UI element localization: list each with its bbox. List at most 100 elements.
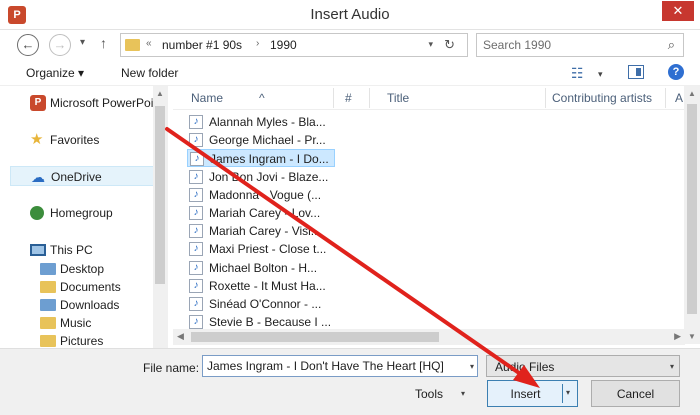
file-row[interactable]: ♪ Mariah Carey - Lov... — [187, 204, 335, 222]
file-name: Sinéad O'Connor - ... — [209, 297, 322, 311]
sidebar-item-onedrive[interactable]: ☁ OneDrive — [10, 166, 155, 186]
scrollbar-thumb[interactable] — [155, 106, 165, 284]
tools-chevron-icon[interactable]: ▾ — [461, 389, 465, 398]
scroll-up-icon[interactable]: ▲ — [156, 89, 164, 98]
scroll-up-icon[interactable]: ▲ — [688, 89, 696, 98]
sidebar-item-homegroup[interactable]: Homegroup — [10, 203, 155, 223]
column-header-title[interactable]: Title — [387, 91, 409, 105]
search-input[interactable] — [483, 38, 653, 52]
file-row[interactable]: ♪ Roxette - It Must Ha... — [187, 277, 335, 295]
sidebar-item-label: Desktop — [60, 262, 105, 276]
file-name: Jon Bon Jovi - Blaze... — [209, 169, 329, 184]
audio-file-icon: ♪ — [189, 115, 203, 129]
column-divider[interactable] — [333, 88, 334, 108]
folder-icon — [40, 281, 56, 293]
audio-file-icon: ♪ — [189, 242, 203, 257]
file-name: Alannah Myles - Bla... — [209, 115, 326, 129]
file-name: Maxi Priest - Close t... — [209, 242, 327, 257]
sidebar-item-documents[interactable]: Documents — [10, 277, 155, 297]
search-icon[interactable]: ⌕ — [668, 37, 675, 53]
homegroup-icon — [30, 206, 44, 220]
sidebar-item-this-pc[interactable]: This PC — [10, 240, 155, 260]
chevron-down-icon[interactable]: ▾ — [428, 39, 433, 50]
audio-file-icon: ♪ — [189, 224, 203, 239]
file-name-input[interactable] — [202, 355, 478, 377]
breadcrumb-90s[interactable]: number #1 90s — [162, 38, 242, 52]
sidebar-item-microsoft-powerpoint[interactable]: P Microsoft PowerPoint — [10, 93, 155, 113]
search-box[interactable]: ⌕ — [476, 33, 684, 57]
file-row[interactable]: ♪ Alannah Myles - Bla... — [187, 113, 335, 131]
column-header-number[interactable]: # — [345, 91, 352, 105]
file-name-dropdown-icon[interactable]: ▾ — [470, 362, 474, 371]
vertical-scrollbar[interactable]: ▲ ▼ — [684, 86, 700, 344]
file-type-value: Audio Files — [495, 360, 555, 374]
sidebar-item-music[interactable]: Music — [10, 313, 155, 333]
file-row[interactable]: ♪ Mariah Carey - Visi... — [187, 222, 335, 240]
sidebar-item-pictures[interactable]: Pictures — [10, 331, 155, 348]
insert-button-label: Insert — [510, 387, 541, 401]
file-name: Mariah Carey - Visi... — [209, 224, 321, 239]
view-options-chevron-icon[interactable]: ▾ — [598, 69, 603, 80]
address-bar[interactable]: « number #1 90s › 1990 ▾ ↻ — [120, 33, 468, 57]
scroll-right-icon[interactable]: ▶ — [674, 331, 681, 342]
sidebar-item-label: Pictures — [60, 334, 104, 348]
change-view-icon[interactable]: ☷ — [571, 65, 584, 82]
sidebar-item-label: Documents — [60, 280, 121, 294]
star-icon: ★ — [30, 131, 44, 148]
file-row[interactable]: ♪ George Michael - Pr... — [187, 131, 335, 149]
recent-locations-icon[interactable]: ▾ — [80, 37, 85, 48]
column-divider[interactable] — [545, 88, 546, 108]
audio-file-icon: ♪ — [189, 133, 203, 148]
insert-button[interactable]: Insert ▾ — [487, 380, 578, 407]
file-row[interactable]: ♪ Michael Bolton - H... — [187, 259, 335, 277]
file-row[interactable]: ♪ James Ingram - I Do... — [187, 149, 335, 168]
new-folder-button[interactable]: New folder — [121, 66, 178, 80]
audio-file-icon: ♪ — [189, 169, 203, 184]
insert-options-chevron-icon[interactable]: ▾ — [566, 388, 570, 397]
sidebar-item-desktop[interactable]: Desktop — [10, 259, 155, 279]
organize-menu[interactable]: Organize ▾ — [26, 66, 84, 80]
preview-pane-icon[interactable] — [628, 65, 644, 79]
breadcrumb-1990[interactable]: 1990 — [270, 38, 297, 52]
tools-menu[interactable]: Tools — [415, 387, 443, 401]
audio-file-icon: ♪ — [189, 187, 203, 202]
back-button[interactable]: ← — [17, 34, 39, 56]
chevron-down-icon: ▾ — [669, 362, 674, 371]
computer-icon — [30, 244, 46, 256]
column-divider[interactable] — [369, 88, 370, 108]
column-header-name[interactable]: Name — [191, 91, 223, 105]
command-toolbar: Organize ▾ New folder ☷ ▾ ? — [0, 60, 700, 86]
forward-button[interactable]: → — [49, 34, 71, 56]
sidebar-item-label: Microsoft PowerPoint — [50, 96, 155, 110]
scrollbar-thumb[interactable] — [687, 104, 697, 314]
help-icon[interactable]: ? — [668, 64, 684, 80]
file-row[interactable]: ♪ Sinéad O'Connor - ... — [187, 295, 335, 313]
up-button[interactable]: ↑ — [100, 35, 107, 51]
file-row[interactable]: ♪ Jon Bon Jovi - Blaze... — [187, 168, 335, 186]
refresh-icon[interactable]: ↻ — [444, 37, 455, 53]
file-type-select[interactable]: Audio Files ▾ — [486, 355, 680, 377]
file-name-label: File name: — [143, 361, 200, 375]
breadcrumb-overflow[interactable]: « — [146, 38, 152, 49]
file-name-panel: File name: ▾ Audio Files ▾ Tools ▾ Inser… — [0, 348, 700, 415]
audio-file-icon: ♪ — [189, 278, 203, 293]
navigation-bar: ← → ▾ ↑ « number #1 90s › 1990 ▾ ↻ ⌕ — [0, 30, 700, 60]
navigation-pane-scrollbar[interactable]: ▲ — [153, 86, 168, 348]
cloud-icon: ☁ — [31, 169, 45, 185]
scroll-down-icon[interactable]: ▼ — [688, 332, 696, 341]
column-header-album[interactable]: A — [675, 91, 683, 105]
file-row[interactable]: ♪ Maxi Priest - Close t... — [187, 240, 335, 258]
column-divider[interactable] — [665, 88, 666, 108]
sidebar-item-label: Favorites — [50, 133, 100, 147]
horizontal-scrollbar[interactable]: ◀ ▶ — [173, 329, 685, 345]
scrollbar-thumb[interactable] — [191, 332, 439, 342]
column-header-contributing-artists[interactable]: Contributing artists — [552, 91, 652, 105]
file-name: Madonna - Vogue (... — [209, 187, 322, 202]
sidebar-item-favorites[interactable]: ★ Favorites — [10, 130, 155, 150]
cancel-button[interactable]: Cancel — [591, 380, 680, 407]
close-button[interactable]: ✕ — [662, 1, 694, 21]
window-title: Insert Audio — [310, 6, 390, 23]
sidebar-item-downloads[interactable]: Downloads — [10, 295, 155, 315]
file-row[interactable]: ♪ Madonna - Vogue (... — [187, 186, 335, 204]
scroll-left-icon[interactable]: ◀ — [177, 331, 184, 342]
